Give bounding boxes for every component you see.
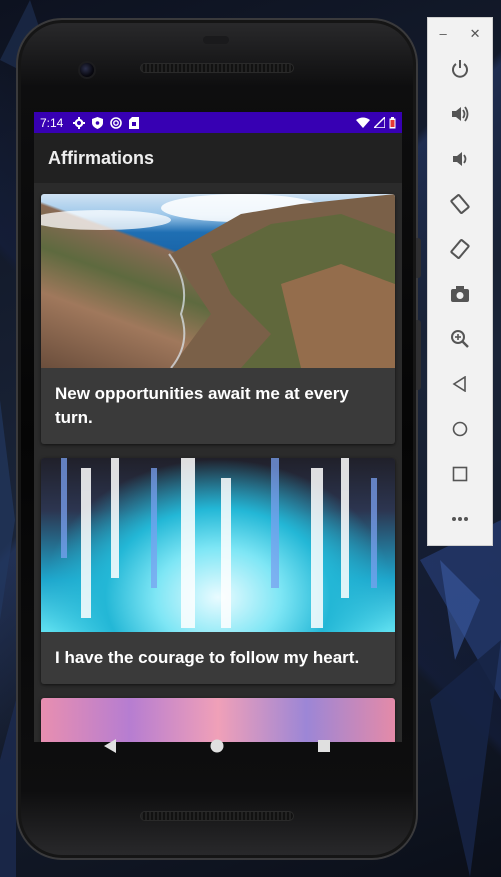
back-icon[interactable] — [428, 369, 492, 399]
app-bar: Affirmations — [34, 133, 402, 183]
top-speaker — [140, 63, 294, 73]
more-icon[interactable] — [428, 504, 492, 534]
front-camera — [78, 61, 96, 79]
coastline-cliffs-image — [41, 194, 395, 368]
signal-icon — [374, 117, 385, 128]
toolbar-window-controls: – ✕ — [428, 26, 492, 42]
affirmation-card[interactable]: New opportunities await me at every turn… — [41, 194, 395, 444]
crystals-illustration — [61, 458, 377, 628]
rotate-right-icon[interactable] — [428, 234, 492, 264]
camera-icon[interactable] — [428, 279, 492, 309]
phone-volume-button[interactable] — [416, 320, 421, 390]
affirmation-card[interactable] — [41, 698, 395, 742]
overview-icon[interactable] — [428, 459, 492, 489]
minimize-icon[interactable]: – — [439, 26, 446, 42]
zoom-icon[interactable] — [428, 324, 492, 354]
affirmation-text: I have the courage to follow my heart. — [55, 648, 360, 667]
home-circle-icon[interactable] — [209, 738, 225, 754]
volume-down-icon[interactable] — [428, 144, 492, 174]
battery-icon — [389, 116, 396, 128]
status-time: 7:14 — [40, 115, 64, 130]
status-icons-left — [73, 116, 140, 129]
affirmations-list[interactable]: New opportunities await me at every turn… — [34, 183, 402, 742]
affirmation-card[interactable]: I have the courage to follow my heart. — [41, 458, 395, 684]
pink-sky-image — [41, 698, 395, 742]
sim-icon — [129, 116, 140, 129]
blue-crystals-image — [41, 458, 395, 632]
rotate-left-icon[interactable] — [428, 189, 492, 219]
gear-icon — [73, 116, 86, 129]
recents-square-icon[interactable] — [316, 738, 332, 754]
coastline-illustration — [41, 194, 395, 368]
phone-top-sensor — [203, 36, 229, 44]
sync-icon — [110, 116, 123, 129]
status-bar: 7:14 — [34, 112, 402, 133]
shield-icon — [92, 116, 104, 129]
phone-screen: 7:14 Affirmations New opportunities awai… — [34, 112, 402, 742]
status-icons-right — [356, 116, 396, 129]
phone-side-button[interactable] — [416, 238, 421, 278]
home-icon[interactable] — [428, 414, 492, 444]
phone-frame: 7:14 Affirmations New opportunities awai… — [16, 18, 421, 860]
app-title: Affirmations — [48, 147, 155, 168]
close-icon[interactable]: ✕ — [470, 26, 481, 42]
wifi-icon — [356, 117, 370, 128]
power-icon[interactable] — [428, 54, 492, 84]
volume-up-icon[interactable] — [428, 99, 492, 129]
bottom-speaker — [140, 811, 294, 821]
back-triangle-icon[interactable] — [102, 738, 118, 754]
affirmation-text: New opportunities await me at every turn… — [55, 384, 349, 427]
emulator-toolbar: – ✕ — [427, 17, 493, 546]
